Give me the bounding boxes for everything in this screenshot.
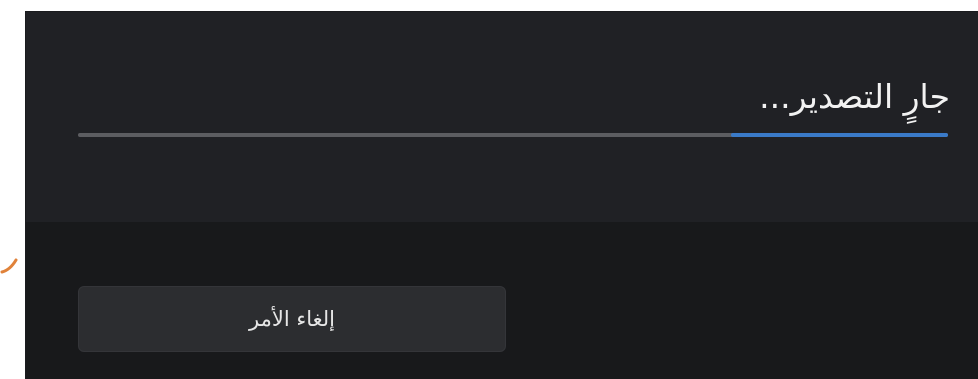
export-progress-dialog: جارٍ التصدير... إلغاء الأمر: [26, 12, 978, 379]
dialog-footer: إلغاء الأمر: [26, 222, 978, 379]
export-progress-bar: [78, 133, 948, 137]
progress-bar-fill: [730, 133, 948, 137]
dialog-title: جارٍ التصدير...: [759, 77, 950, 116]
dialog-body: جارٍ التصدير...: [26, 12, 978, 222]
screenshot-stage: جارٍ التصدير... إلغاء الأمر: [0, 0, 978, 379]
annotation-arrow-icon: [0, 258, 18, 274]
cancel-button[interactable]: إلغاء الأمر: [78, 286, 506, 352]
